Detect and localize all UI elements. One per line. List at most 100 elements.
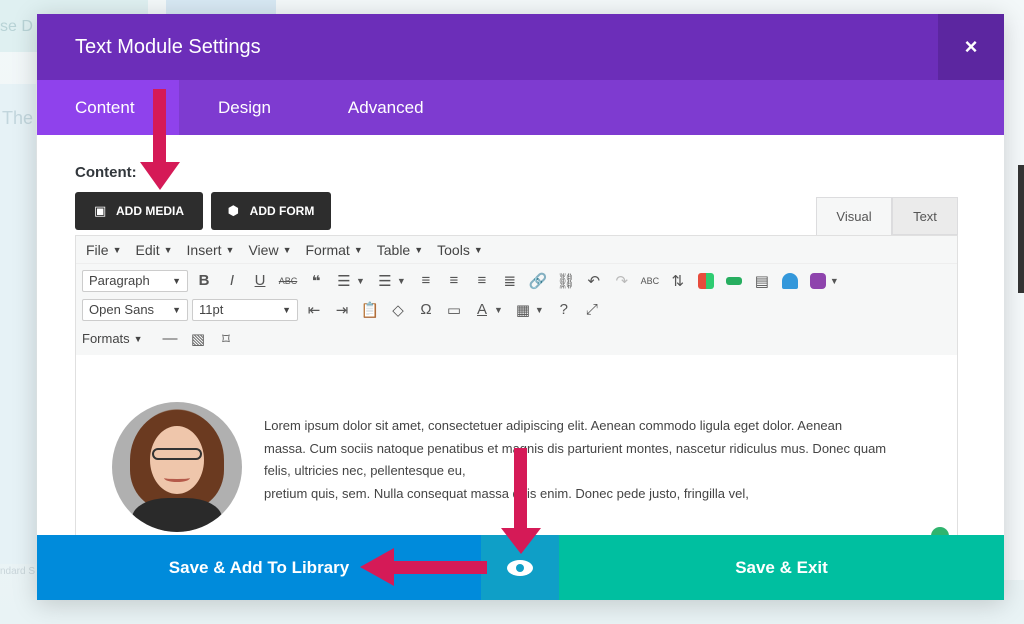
background-text: ndard S [0, 566, 36, 577]
add-media-label: ADD MEDIA [116, 204, 184, 218]
underline-button[interactable]: U [248, 270, 272, 292]
clipboard-icon[interactable]: ▤ [750, 270, 774, 292]
indent-icon[interactable]: ⇥ [330, 299, 354, 321]
horizontal-rule-icon[interactable]: ▭ [442, 299, 466, 321]
bookmark-icon[interactable]: ⌑ [214, 328, 238, 350]
add-form-label: ADD FORM [249, 204, 315, 218]
annotation-arrow-head [501, 528, 541, 554]
avatar-shirt [132, 498, 222, 532]
special-character-button[interactable]: Ω [414, 299, 438, 321]
formats-dropdown[interactable]: Formats ▼ [82, 331, 154, 346]
tab-advanced[interactable]: Advanced [310, 80, 462, 135]
strikethrough-button[interactable]: ABC [276, 270, 300, 292]
editor-toolbar: Paragraph ▼ B I U ABC ❝ ☰ ▼ ☰ ▼ ≡ ≡ ≡ ≣ 🔗 … [76, 264, 957, 355]
toolbar-row-2: Open Sans ▼ 11pt ▼ ⇤ ⇥ 📋 ◇ Ω ▭ A▼ ▦▼ ? [82, 295, 951, 324]
paragraph-value: Paragraph [89, 273, 150, 288]
align-right-icon[interactable]: ≡ [470, 270, 494, 292]
add-form-button[interactable]: ⬢ ADD FORM [211, 192, 331, 230]
caret-down-icon[interactable]: ▼ [356, 276, 365, 286]
menu-file[interactable]: File ▼ [86, 242, 121, 258]
caret-down-icon: ▼ [282, 304, 291, 315]
menu-label: File [86, 241, 109, 258]
text-line: Lorem ipsum dolor sit amet, consectetuer… [264, 418, 843, 433]
font-family-select[interactable]: Open Sans ▼ [82, 298, 188, 321]
menu-label: Edit [135, 241, 160, 258]
link-icon[interactable]: 🔗 [526, 270, 550, 292]
font-family-value: Open Sans [89, 302, 155, 317]
text-color-icon[interactable]: A [470, 299, 494, 321]
content-label: Content: [75, 164, 137, 181]
avatar-smile [164, 474, 190, 482]
numbered-list-icon[interactable]: ☰ [373, 270, 397, 292]
annotation-arrow [392, 561, 487, 574]
menu-view[interactable]: View ▼ [248, 242, 291, 258]
caret-down-icon: ▼ [282, 244, 292, 255]
toggle-icon[interactable] [722, 270, 746, 292]
menu-label: Format [305, 241, 350, 258]
italic-button[interactable]: I [220, 270, 244, 292]
media-icon: ▣ [94, 203, 107, 218]
caret-down-icon[interactable]: ▼ [397, 276, 406, 286]
outdent-icon[interactable]: ⇤ [302, 299, 326, 321]
align-left-icon[interactable]: ≡ [414, 270, 438, 292]
bold-button[interactable]: B [192, 270, 216, 292]
modal-title: Text Module Settings [75, 35, 261, 58]
align-justify-icon[interactable]: ≣ [498, 270, 522, 292]
menu-edit[interactable]: Edit ▼ [135, 242, 172, 258]
save-exit-button[interactable]: Save & Exit [559, 535, 1004, 600]
annotation-arrow [153, 89, 166, 167]
undo-icon[interactable]: ↶ [582, 270, 606, 292]
layout-blocks-icon[interactable] [694, 270, 718, 292]
user-icon[interactable] [778, 270, 802, 292]
caret-down-icon[interactable]: ▼ [535, 305, 544, 315]
modal-header: Text Module Settings × [37, 14, 1004, 80]
add-media-button[interactable]: ▣ ADD MEDIA [75, 192, 203, 230]
caret-down-icon: ▼ [225, 244, 235, 255]
editor-menubar: File ▼ Edit ▼ Insert ▼ View ▼ Format ▼ Table ▼… [76, 236, 957, 264]
tab-visual[interactable]: Visual [816, 197, 892, 235]
image-icon[interactable]: ▧ [186, 328, 210, 350]
eraser-icon[interactable]: ◇ [386, 299, 410, 321]
font-size-value: 11pt [199, 302, 224, 317]
bullet-list-icon[interactable]: ☰ [332, 270, 356, 292]
paragraph-select[interactable]: Paragraph ▼ [82, 269, 188, 292]
menu-label: Insert [186, 241, 222, 258]
paste-icon[interactable]: 📋 [358, 299, 382, 321]
caret-down-icon[interactable]: ▼ [494, 305, 503, 315]
close-button[interactable]: × [938, 14, 1004, 80]
fullscreen-icon[interactable]: ⤢ [580, 299, 604, 321]
background-text: se D [0, 18, 33, 35]
redo-icon[interactable]: ↷ [610, 270, 634, 292]
caret-down-icon[interactable]: ▼ [830, 276, 839, 286]
tab-design[interactable]: Design [179, 80, 310, 135]
avatar-glasses [152, 448, 202, 460]
background-panel [1004, 20, 1024, 580]
divider-icon[interactable]: — [158, 328, 182, 350]
unlink-icon[interactable]: ⛓ [554, 270, 578, 292]
avatar-face [150, 426, 204, 494]
tab-text[interactable]: Text [892, 197, 958, 235]
font-size-select[interactable]: 11pt ▼ [192, 298, 298, 321]
background-column [0, 84, 36, 564]
menu-table[interactable]: Table ▼ [377, 242, 423, 258]
form-icon: ⬢ [227, 203, 240, 218]
blockquote-button[interactable]: ❝ [304, 270, 328, 292]
menu-tools[interactable]: Tools ▼ [437, 242, 483, 258]
caret-down-icon: ▼ [414, 244, 424, 255]
menu-format[interactable]: Format ▼ [305, 242, 362, 258]
page-scrollbar[interactable] [1018, 165, 1024, 293]
align-center-icon[interactable]: ≡ [442, 270, 466, 292]
text-line: massa. Cum sociis natoque penatibus et m… [264, 440, 887, 456]
import-icon[interactable]: ⇅ [666, 270, 690, 292]
spellcheck-button[interactable]: ABC [638, 270, 662, 292]
shortcodes-icon[interactable] [806, 270, 830, 292]
close-icon: × [964, 34, 978, 59]
text-line: pretium quis, sem. Nulla consequat massa… [264, 485, 749, 501]
background-text: The [2, 108, 34, 128]
table-icon[interactable]: ▦ [511, 299, 535, 321]
menu-insert[interactable]: Insert ▼ [187, 242, 235, 258]
toolbar-row-3: Formats ▼ — ▧ ⌑ [82, 324, 951, 353]
caret-down-icon: ▼ [172, 304, 181, 315]
help-button[interactable]: ? [552, 299, 576, 321]
settings-tabs: Content Design Advanced [37, 80, 1004, 135]
